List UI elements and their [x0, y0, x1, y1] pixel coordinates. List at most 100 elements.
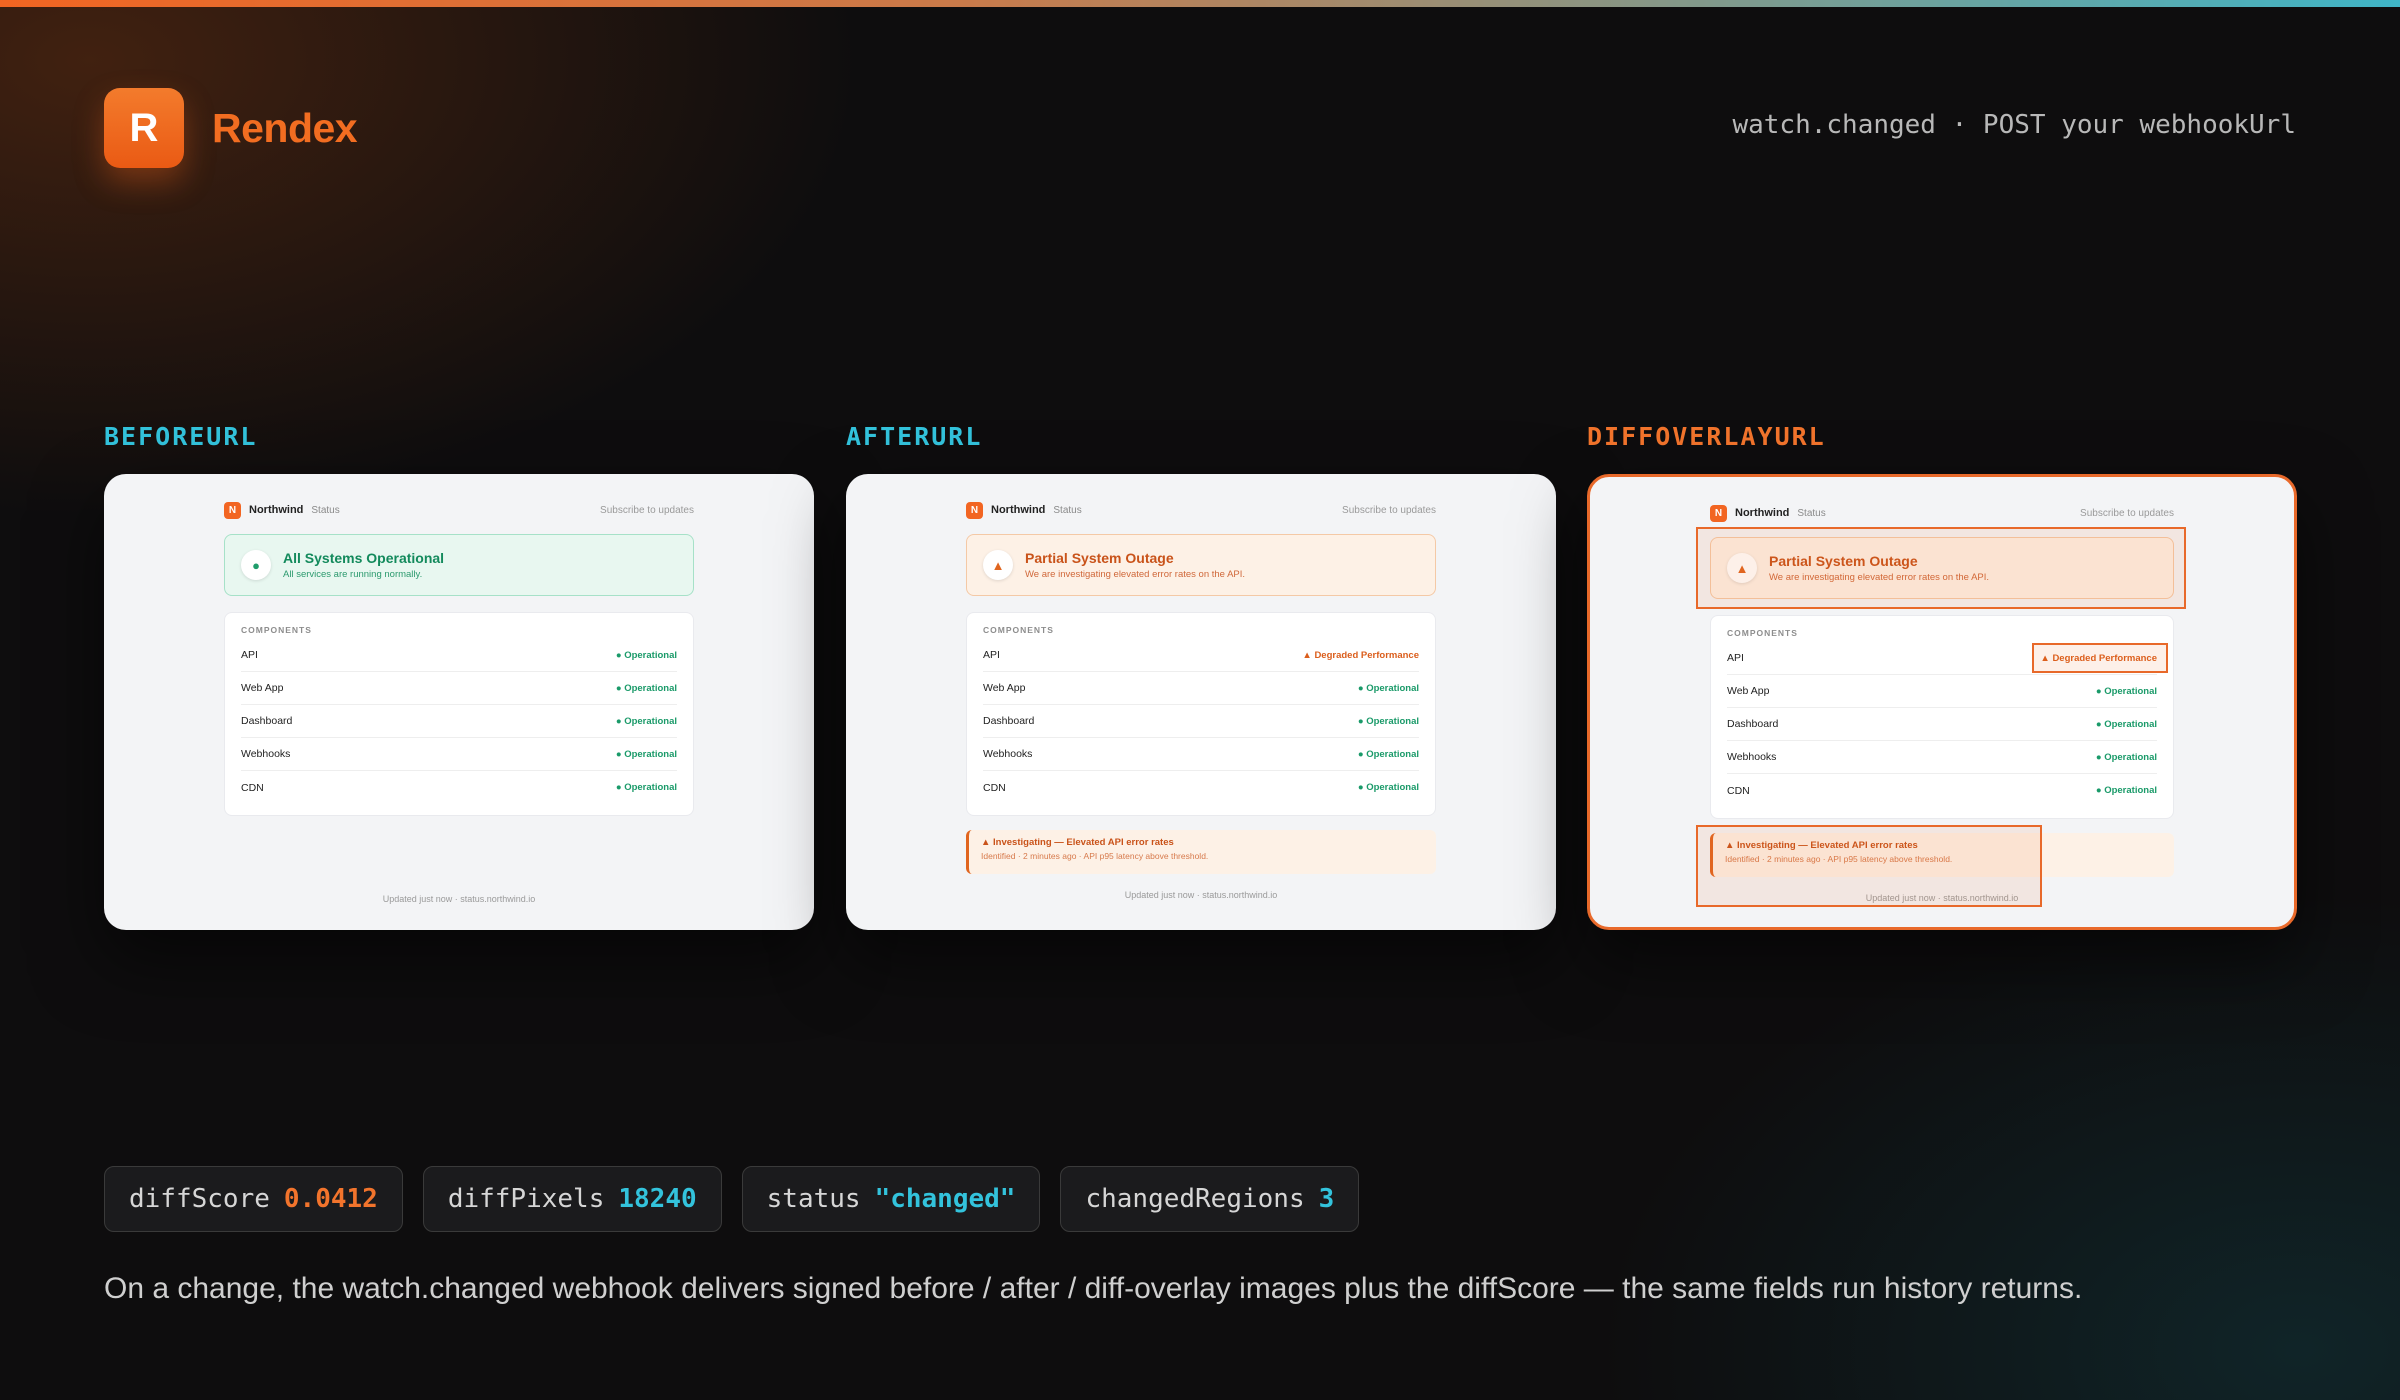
- component-row: Dashboard ● Operational: [983, 705, 1419, 738]
- status-banner: ▲ Partial System Outage We are investiga…: [966, 534, 1436, 596]
- component-status: ● Operational: [1357, 782, 1419, 793]
- component-status: ● Operational: [2095, 718, 2157, 730]
- caption-text: On a change, the watch.changed webhook d…: [104, 1272, 2083, 1305]
- metric-value: 18240: [618, 1184, 697, 1214]
- status-brand-sub: Status: [1797, 507, 1826, 519]
- diff-overlay-screenshot[interactable]: N Northwind Status Subscribe to updates …: [1587, 474, 2297, 930]
- panel-label-after: AFTERURL: [846, 422, 983, 451]
- component-name: Web App: [241, 682, 284, 694]
- northwind-logo: N: [1710, 504, 1727, 522]
- component-row: Web App ● Operational: [241, 672, 677, 705]
- status-footer: Updated just now · status.northwind.io: [1124, 890, 1278, 900]
- status-footer: Updated just now · status.northwind.io: [382, 894, 536, 904]
- brand: R Rendex: [104, 88, 358, 168]
- rendex-logo: R: [104, 88, 184, 168]
- metric-pill-status: status "changed": [741, 1166, 1041, 1232]
- component-name: CDN: [983, 781, 1006, 794]
- changed-region-api-status: [2032, 643, 2168, 673]
- component-row: API ▲ Degraded Performance: [983, 639, 1419, 672]
- metric-key: diffScore: [129, 1184, 270, 1214]
- component-status: ● Operational: [1357, 748, 1419, 760]
- component-row: CDN ● Operational: [1727, 774, 2157, 807]
- component-name: API: [241, 649, 258, 661]
- component-status: ● Operational: [1357, 682, 1419, 694]
- metric-value: 0.0412: [283, 1184, 378, 1214]
- component-row: Webhooks ● Operational: [1727, 741, 2157, 774]
- banner-desc: We are investigating elevated error rate…: [1025, 569, 1246, 580]
- components-title: COMPONENTS: [1727, 628, 1798, 638]
- panel-label-diff: DIFFOVERLAYURL: [1587, 422, 1826, 451]
- components-title: COMPONENTS: [983, 625, 1054, 635]
- northwind-logo: N: [224, 501, 241, 519]
- component-row: CDN ● Operational: [241, 771, 677, 804]
- components-card: COMPONENTS API ● Operational Web App ● Ope…: [224, 612, 694, 816]
- metric-value: 3: [1318, 1184, 1335, 1214]
- component-name: Webhooks: [983, 748, 1033, 760]
- component-status: ● Operational: [2095, 785, 2157, 796]
- component-status: ● Operational: [615, 782, 677, 793]
- component-name: API: [1727, 652, 1744, 664]
- component-name: Dashboard: [983, 715, 1035, 727]
- metric-pill-changedregions: changedRegions 3: [1060, 1166, 1360, 1232]
- component-name: Dashboard: [1727, 718, 1779, 730]
- status-brand: Northwind: [991, 504, 1046, 516]
- metric-pill-diffpixels: diffPixels 18240: [422, 1166, 722, 1232]
- banner-title: Partial System Outage: [1025, 550, 1174, 566]
- after-screenshot[interactable]: N Northwind Status Subscribe to updates …: [846, 474, 1556, 930]
- component-row: CDN ● Operational: [983, 771, 1419, 804]
- component-name: CDN: [1727, 784, 1750, 797]
- status-banner: ● All Systems Operational All services a…: [224, 534, 694, 596]
- subscribe-link[interactable]: Subscribe to updates: [1342, 505, 1436, 516]
- incident-title: ▲ Investigating — Elevated API error rat…: [981, 837, 1174, 848]
- status-dot-icon: ●: [241, 550, 271, 580]
- metric-key: changedRegions: [1085, 1184, 1305, 1214]
- incident-desc: Identified · 2 minutes ago · API p95 lat…: [981, 851, 1209, 861]
- metric-value: "changed": [874, 1184, 1016, 1214]
- component-name: Web App: [983, 682, 1026, 694]
- status-brand: Northwind: [1735, 507, 1790, 519]
- component-row: Webhooks ● Operational: [241, 738, 677, 771]
- components-card: COMPONENTS API ▲ Degraded Performance Web…: [966, 612, 1436, 816]
- component-name: Dashboard: [241, 715, 293, 727]
- banner-desc: All services are running normally.: [283, 569, 423, 580]
- changed-region-banner: [1696, 527, 2186, 609]
- top-accent-bar: [0, 0, 2400, 7]
- component-row: Dashboard ● Operational: [1727, 708, 2157, 741]
- northwind-logo: N: [966, 501, 983, 519]
- component-row: Web App ● Operational: [1727, 675, 2157, 708]
- component-name: Webhooks: [241, 748, 291, 760]
- panel-label-before: BEFOREURL: [104, 422, 258, 451]
- component-status: ● Operational: [615, 715, 677, 727]
- before-screenshot[interactable]: N Northwind Status Subscribe to updates …: [104, 474, 814, 930]
- component-row: Webhooks ● Operational: [983, 738, 1419, 771]
- component-name: CDN: [241, 781, 264, 794]
- status-brand-sub: Status: [1053, 504, 1082, 516]
- brand-name: Rendex: [212, 104, 358, 151]
- component-name: Webhooks: [1727, 751, 1777, 763]
- warning-icon: ▲: [983, 550, 1013, 580]
- status-header: N Northwind Status Subscribe to updates: [966, 500, 1436, 520]
- metric-key: status: [766, 1184, 861, 1214]
- component-status: ▲ Degraded Performance: [1302, 649, 1419, 661]
- banner-title: All Systems Operational: [283, 550, 445, 566]
- components-title: COMPONENTS: [241, 625, 312, 635]
- status-brand: Northwind: [249, 504, 304, 516]
- component-status: ● Operational: [615, 682, 677, 694]
- component-status: ● Operational: [2095, 751, 2157, 763]
- subscribe-link[interactable]: Subscribe to updates: [2080, 508, 2174, 519]
- webhook-event-text: watch.changed · POST your webhookUrl: [1732, 110, 2296, 140]
- component-row: API ● Operational: [241, 639, 677, 672]
- component-name: Web App: [1727, 685, 1770, 697]
- metrics-row: diffScore 0.0412 diffPixels 18240 status…: [104, 1166, 1379, 1232]
- status-header: N Northwind Status Subscribe to updates: [224, 500, 694, 520]
- component-row: Dashboard ● Operational: [241, 705, 677, 738]
- component-status: ● Operational: [615, 649, 677, 661]
- component-status: ● Operational: [1357, 715, 1419, 727]
- subscribe-link[interactable]: Subscribe to updates: [600, 505, 694, 516]
- metric-pill-diffscore: diffScore 0.0412: [104, 1166, 403, 1232]
- component-name: API: [983, 649, 1000, 661]
- status-brand-sub: Status: [311, 504, 340, 516]
- incident-card: ▲ Investigating — Elevated API error rat…: [966, 830, 1436, 874]
- changed-region-incident: [1696, 825, 2042, 907]
- component-row: Web App ● Operational: [983, 672, 1419, 705]
